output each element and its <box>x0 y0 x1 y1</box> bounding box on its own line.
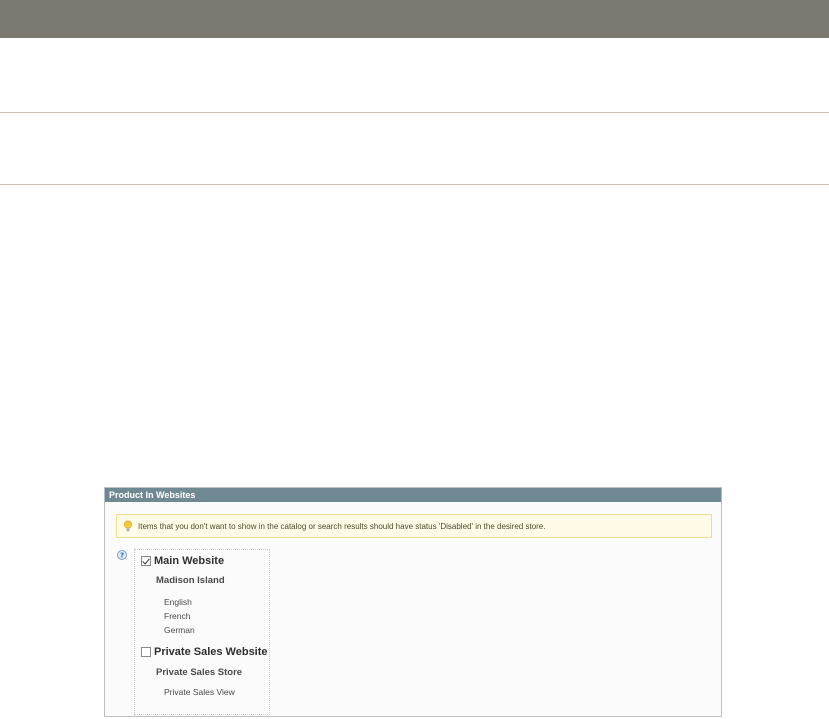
store-label: Private Sales Store <box>156 667 243 678</box>
help-icon[interactable]: ? <box>117 550 127 560</box>
store-view-item: German <box>164 625 195 635</box>
store-view-item: English <box>164 597 192 607</box>
website-item-main[interactable]: Main Website <box>141 555 224 567</box>
website-tree: Main Website Madison Island English Fren… <box>134 549 270 715</box>
private-sales-website-checkbox[interactable] <box>141 647 151 657</box>
store-view-item: Private Sales View <box>164 687 235 697</box>
website-item-private-sales[interactable]: Private Sales Website <box>141 646 268 658</box>
store-view-item: French <box>164 611 191 621</box>
product-in-websites-panel: Product In Websites Items that you don't… <box>104 487 722 717</box>
notice-text: Items that you don't want to show in the… <box>138 521 546 531</box>
top-bar <box>0 0 829 38</box>
svg-text:?: ? <box>120 552 124 560</box>
website-label: Private Sales Website <box>154 646 268 658</box>
notice-message: Items that you don't want to show in the… <box>116 514 712 538</box>
store-label: Madison Island <box>156 575 225 586</box>
panel-title: Product In Websites <box>105 488 721 502</box>
lightbulb-icon <box>124 520 132 532</box>
website-label: Main Website <box>154 555 225 567</box>
main-website-checkbox[interactable] <box>141 556 151 566</box>
divider-top <box>0 112 829 113</box>
divider-bottom <box>0 184 829 185</box>
